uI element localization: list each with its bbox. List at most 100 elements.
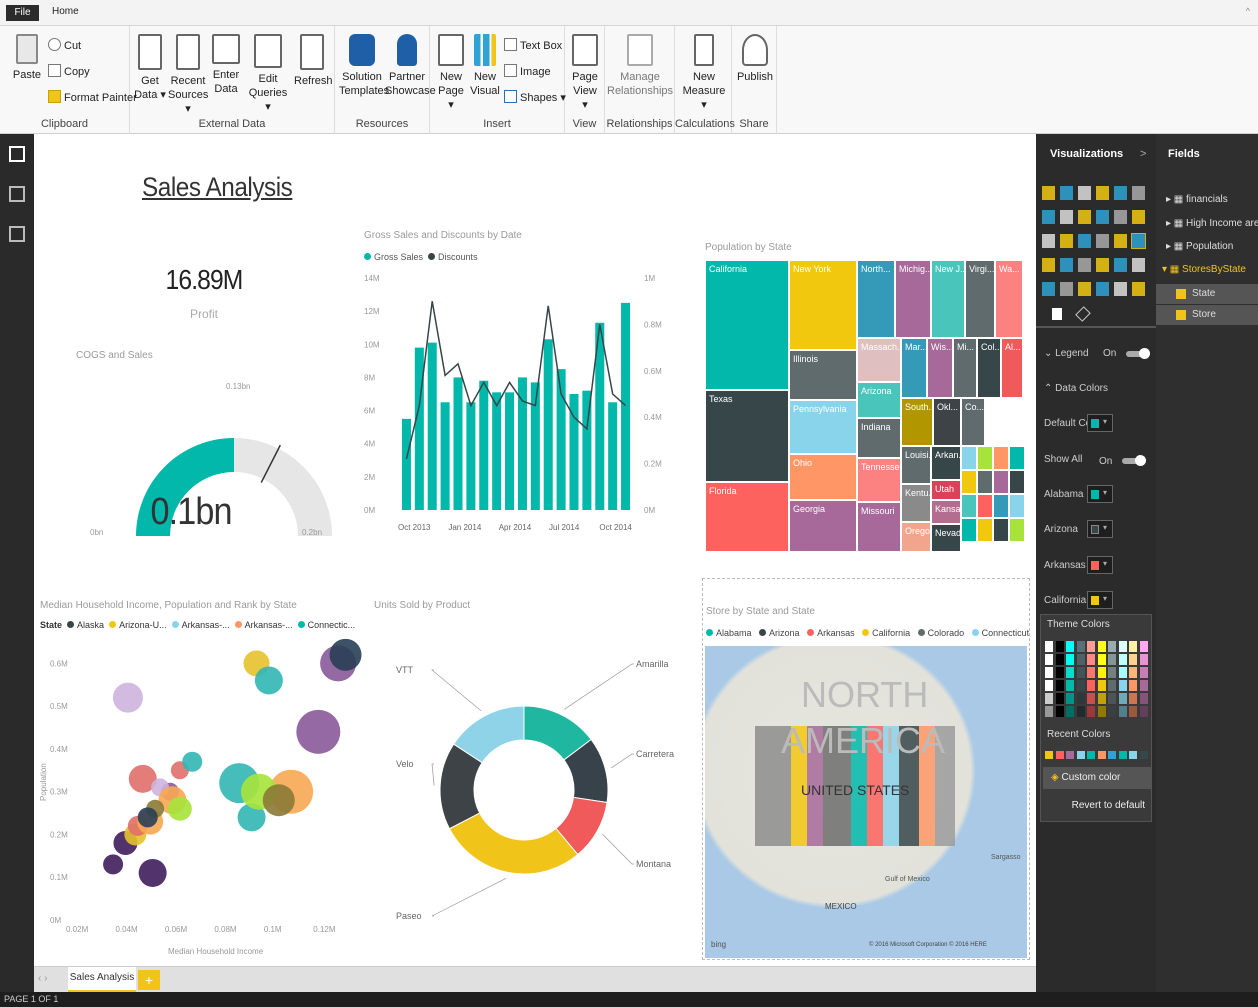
theme-color-swatch[interactable]	[1108, 706, 1116, 717]
theme-color-swatch[interactable]	[1129, 667, 1137, 678]
partner-showcase-button[interactable]: Partner Showcase	[385, 34, 436, 98]
theme-color-swatch[interactable]	[1076, 641, 1085, 652]
treemap-cell-small[interactable]	[977, 518, 993, 542]
theme-color-swatch[interactable]	[1076, 680, 1085, 691]
treemap-cell[interactable]: Georgia	[789, 500, 857, 552]
visual-type-icon[interactable]	[1096, 210, 1109, 224]
home-tab[interactable]: Home	[52, 6, 79, 17]
theme-color-swatch[interactable]	[1055, 680, 1064, 691]
arkansas-color-picker[interactable]: ▾	[1087, 556, 1113, 574]
field-row-store[interactable]: Store	[1156, 305, 1258, 325]
theme-color-swatch[interactable]	[1055, 706, 1064, 717]
treemap-cell[interactable]: Mar...	[901, 338, 927, 398]
theme-color-swatch[interactable]	[1097, 693, 1106, 704]
theme-color-swatch[interactable]	[1097, 654, 1106, 665]
theme-color-swatch[interactable]	[1118, 641, 1127, 652]
format-painter-button[interactable]: Format Painter	[48, 90, 137, 104]
treemap-cell[interactable]: Wis...	[927, 338, 953, 398]
theme-color-swatch[interactable]	[1097, 641, 1106, 652]
theme-color-swatch[interactable]	[1066, 680, 1074, 691]
image-button[interactable]: Image	[504, 64, 551, 78]
treemap-cell[interactable]: Florida	[705, 482, 789, 552]
analytics-icon[interactable]	[1075, 306, 1091, 322]
visual-type-icon[interactable]	[1078, 282, 1091, 296]
theme-color-swatch[interactable]	[1055, 641, 1064, 652]
theme-color-swatch[interactable]	[1087, 667, 1095, 678]
treemap-cell-small[interactable]	[1009, 470, 1025, 494]
theme-color-swatch[interactable]	[1066, 654, 1074, 665]
treemap-cell-small[interactable]	[961, 494, 977, 518]
theme-color-swatch[interactable]	[1066, 667, 1074, 678]
treemap-cell[interactable]: Arkan...	[931, 446, 961, 480]
theme-color-swatch[interactable]	[1055, 654, 1064, 665]
theme-color-swatch[interactable]	[1045, 641, 1053, 652]
california-color-picker[interactable]: ▾	[1087, 591, 1113, 609]
treemap-cell-small[interactable]	[993, 446, 1009, 470]
visual-type-icon[interactable]	[1042, 234, 1055, 248]
theme-color-swatch[interactable]	[1108, 667, 1116, 678]
visual-type-icon[interactable]	[1078, 210, 1091, 224]
treemap-cell[interactable]: Texas	[705, 390, 789, 482]
treemap-cell[interactable]: Al...	[1001, 338, 1023, 398]
page-tab-sales-analysis[interactable]: Sales Analysis	[68, 967, 136, 993]
treemap-cell[interactable]: Illinois	[789, 350, 857, 400]
recent-color-swatch[interactable]	[1087, 751, 1095, 759]
theme-color-swatch[interactable]	[1076, 654, 1085, 665]
theme-color-swatch[interactable]	[1108, 693, 1116, 704]
theme-color-swatch[interactable]	[1076, 693, 1085, 704]
treemap-cell-small[interactable]	[961, 470, 977, 494]
enter-data-button[interactable]: Enter Data	[210, 34, 242, 96]
theme-color-swatch[interactable]	[1118, 693, 1127, 704]
theme-color-swatch[interactable]	[1129, 654, 1137, 665]
visual-type-icon[interactable]	[1078, 234, 1091, 248]
treemap-cell[interactable]: Oregon	[901, 522, 931, 552]
recent-color-swatch[interactable]	[1118, 751, 1127, 759]
add-page-button[interactable]: +	[138, 970, 160, 990]
treemap-cell[interactable]: Mi...	[953, 338, 977, 398]
theme-color-swatch[interactable]	[1118, 680, 1127, 691]
visual-type-icon[interactable]	[1096, 282, 1109, 296]
file-tab[interactable]: File	[6, 5, 39, 21]
treemap-cell[interactable]: Louisi...	[901, 446, 931, 484]
field-row-state[interactable]: State	[1156, 284, 1258, 304]
collapse-ribbon-icon[interactable]: ^	[1246, 6, 1250, 16]
theme-color-swatch[interactable]	[1097, 680, 1106, 691]
visual-type-icon[interactable]	[1060, 210, 1073, 224]
paste-button[interactable]: Paste	[10, 34, 44, 82]
treemap-cell-small[interactable]	[993, 494, 1009, 518]
treemap-cell-small[interactable]	[1009, 446, 1025, 470]
copy-button[interactable]: Copy	[48, 64, 90, 78]
theme-color-swatch[interactable]	[1045, 680, 1053, 691]
map-canvas[interactable]: NORTH AMERICA UNITED STATES MEXICO Gulf …	[705, 646, 1027, 958]
treemap-cell-small[interactable]	[977, 494, 993, 518]
visual-type-icon[interactable]	[1060, 282, 1073, 296]
visual-type-icon[interactable]	[1078, 258, 1091, 272]
manage-relationships-button[interactable]: Manage Relationships	[607, 34, 673, 98]
relationships-view-icon[interactable]	[9, 226, 25, 242]
theme-color-swatch[interactable]	[1097, 667, 1106, 678]
theme-color-swatch[interactable]	[1066, 641, 1074, 652]
theme-color-swatch[interactable]	[1087, 680, 1095, 691]
theme-color-swatch[interactable]	[1139, 667, 1148, 678]
legend-toggle[interactable]	[1126, 348, 1150, 359]
visual-type-icon[interactable]	[1132, 210, 1145, 224]
visual-type-icon[interactable]	[1060, 186, 1073, 200]
treemap-cell-small[interactable]	[993, 470, 1009, 494]
visual-type-icon[interactable]	[1131, 233, 1146, 249]
treemap-cell-small[interactable]	[977, 470, 993, 494]
treemap-cell[interactable]: Co...	[961, 398, 985, 446]
theme-color-swatch[interactable]	[1045, 693, 1053, 704]
treemap-cell-small[interactable]	[1009, 518, 1025, 542]
treemap-cell[interactable]: Ohio	[789, 454, 857, 500]
theme-color-swatch[interactable]	[1087, 693, 1095, 704]
text-box-button[interactable]: Text Box	[504, 38, 562, 52]
visual-type-icon[interactable]	[1132, 282, 1145, 296]
visual-type-icon[interactable]	[1060, 258, 1073, 272]
data-colors-header[interactable]: ⌃ Data Colors	[1044, 383, 1108, 394]
show-all-toggle[interactable]	[1122, 455, 1146, 466]
cut-button[interactable]: Cut	[48, 38, 81, 52]
theme-color-swatch[interactable]	[1139, 706, 1148, 717]
theme-color-swatch[interactable]	[1097, 706, 1106, 717]
treemap-cell-small[interactable]	[961, 518, 977, 542]
field-table-population[interactable]: ▸ ▦ Population	[1166, 241, 1233, 252]
